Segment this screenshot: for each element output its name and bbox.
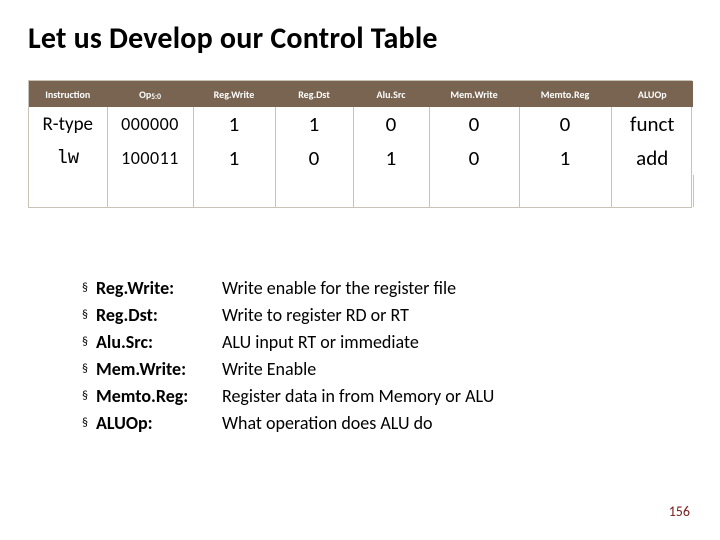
bullet-icon: § <box>82 275 96 302</box>
definition-item: § ALUOp: What operation does ALU do <box>82 410 494 437</box>
op-label: Op <box>139 88 151 101</box>
definition-item: § Memto.Reg: Register data in from Memor… <box>82 383 494 410</box>
cell-op: 100011 <box>107 141 193 175</box>
table-row: R-type 000000 1 1 0 0 0 funct <box>29 107 693 141</box>
cell-aluop: funct <box>611 107 693 141</box>
bullet-icon: § <box>82 410 96 437</box>
col-header-memtoreg: Memto.Reg <box>519 81 611 107</box>
op-sub: 5:0 <box>151 93 161 102</box>
cell-alusrc: 1 <box>353 141 429 175</box>
bullet-icon: § <box>82 383 96 410</box>
cell-memtoreg: 0 <box>519 107 611 141</box>
definition-term: Reg.Dst: <box>96 302 222 329</box>
definition-desc: What operation does ALU do <box>222 410 494 437</box>
col-header-memwrite: Mem.Write <box>429 81 519 107</box>
col-header-regdst: Reg.Dst <box>275 81 353 107</box>
cell-instr: lw <box>29 141 107 175</box>
bullet-icon: § <box>82 356 96 383</box>
definition-item: § Mem.Write: Write Enable <box>82 356 494 383</box>
definition-desc: Write Enable <box>222 356 494 383</box>
definition-term: Memto.Reg: <box>96 383 222 410</box>
cell-memtoreg: 1 <box>519 141 611 175</box>
definition-term: Reg.Write: <box>96 275 222 302</box>
cell-regdst: 0 <box>275 141 353 175</box>
table-header-row: Instruction Op5:0 Reg.Write Reg.Dst Alu.… <box>29 81 693 107</box>
definition-desc: Write to register RD or RT <box>222 302 494 329</box>
col-header-regwrite: Reg.Write <box>193 81 275 107</box>
col-header-alusrc: Alu.Src <box>353 81 429 107</box>
control-table-inner: Instruction Op5:0 Reg.Write Reg.Dst Alu.… <box>29 81 694 207</box>
bullet-icon: § <box>82 302 96 329</box>
slide-title: Let us Develop our Control Table <box>28 20 438 57</box>
control-table: Instruction Op5:0 Reg.Write Reg.Dst Alu.… <box>28 80 692 208</box>
bullet-icon: § <box>82 329 96 356</box>
cell-regwrite: 1 <box>193 107 275 141</box>
definition-desc: Write enable for the register file <box>222 275 494 302</box>
cell-instr: R-type <box>29 107 107 141</box>
definition-term: Alu.Src: <box>96 329 222 356</box>
cell-memwrite: 0 <box>429 141 519 175</box>
definition-desc: Register data in from Memory or ALU <box>222 383 494 410</box>
col-header-op: Op5:0 <box>107 81 193 107</box>
cell-memwrite: 0 <box>429 107 519 141</box>
col-header-instruction: Instruction <box>29 81 107 107</box>
slide: Let us Develop our Control Table Instruc… <box>0 0 720 540</box>
cell-regdst: 1 <box>275 107 353 141</box>
cell-op: 000000 <box>107 107 193 141</box>
cell-alusrc: 0 <box>353 107 429 141</box>
table-row-blank <box>29 175 693 207</box>
definitions-list: § Reg.Write: Write enable for the regist… <box>82 275 494 437</box>
col-header-aluop: ALUOp <box>611 81 693 107</box>
table-row: lw 100011 1 0 1 0 1 add <box>29 141 693 175</box>
page-number: 156 <box>669 503 690 520</box>
definition-item: § Reg.Write: Write enable for the regist… <box>82 275 494 302</box>
definition-item: § Reg.Dst: Write to register RD or RT <box>82 302 494 329</box>
cell-aluop: add <box>611 141 693 175</box>
definition-desc: ALU input RT or immediate <box>222 329 494 356</box>
definition-item: § Alu.Src: ALU input RT or immediate <box>82 329 494 356</box>
cell-regwrite: 1 <box>193 141 275 175</box>
definition-term: ALUOp: <box>96 410 222 437</box>
definition-term: Mem.Write: <box>96 356 222 383</box>
